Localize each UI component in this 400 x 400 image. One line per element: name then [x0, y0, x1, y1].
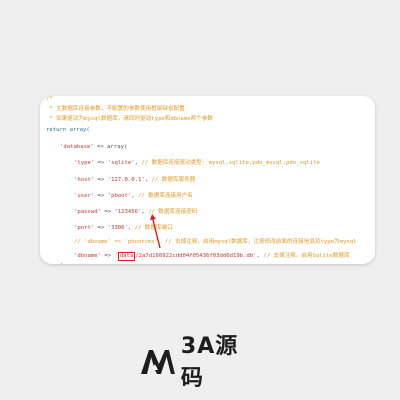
passwd-line: 'passwd' => '123456', // 数据库连接密码 [74, 209, 198, 215]
annotation-arrow-icon [150, 214, 161, 249]
logo-text: 3A源码 [180, 334, 239, 391]
dbname-comment-line: // 'dbname' => 'pbootcms' // 去掉注释，启用mysq… [74, 239, 357, 245]
code-block: /* * 主数据库连接参数，不配置的参数使用框架缺省配置 * 如果驱动为mysq… [40, 96, 375, 264]
comment-open: /* [46, 96, 53, 102]
code-screenshot-card: /* * 主数据库连接参数，不配置的参数使用框架缺省配置 * 如果驱动为mysq… [40, 96, 375, 264]
logo-mark-icon [141, 350, 175, 374]
return-line: return array( [46, 127, 90, 133]
type-line: 'type' => 'sqlite', // 数据库连接驱动类型: mysql,… [74, 160, 320, 166]
comment-line-1: * 主数据库连接参数，不配置的参数使用框架缺省配置 [46, 106, 185, 112]
highlighted-data-folder: data [117, 252, 136, 261]
dbname-line: 'dbname' => ' data/2a7d160922cdd04f05436f… [74, 252, 350, 261]
user-line: 'user' => 'pboot', // 数据库连接用户名 [74, 193, 193, 199]
database-line: 'database' => array( [60, 144, 128, 150]
comment-line-2: * 如果驱动为mysql数据库，请同时驱动type和dbname两个参数 [46, 116, 213, 122]
close-brace: ) [60, 261, 63, 264]
host-line: 'host' => '127.0.0.1', // 数据库服务器 [74, 177, 196, 183]
brand-logo: 3A源码 [141, 334, 261, 391]
